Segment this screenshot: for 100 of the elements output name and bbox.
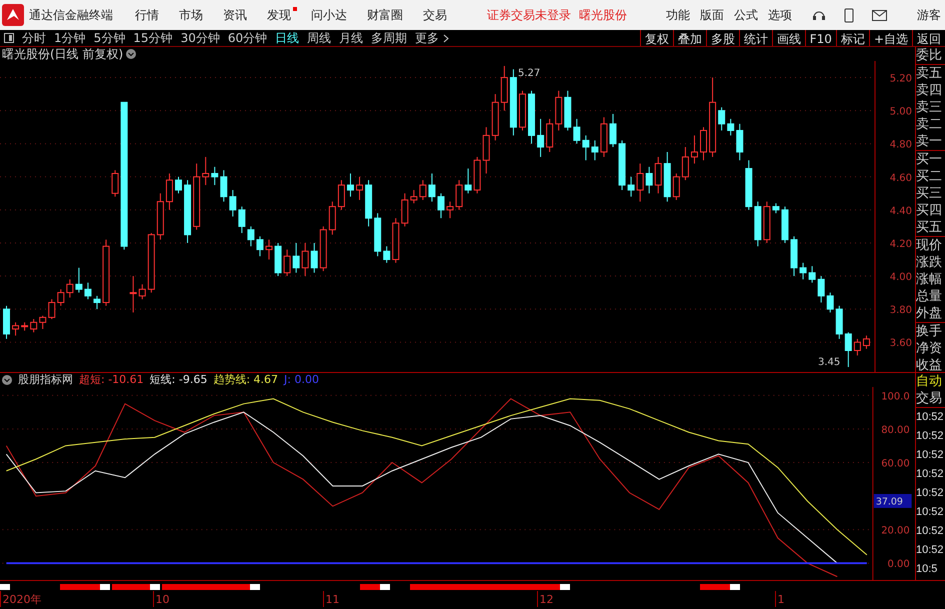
- candle: [464, 168, 472, 194]
- period-tab[interactable]: 1分钟: [50, 29, 90, 47]
- menu-item[interactable]: 版面: [700, 6, 724, 24]
- period-tab[interactable]: 多周期: [367, 29, 412, 47]
- panel-toggle-icon[interactable]: [4, 33, 14, 43]
- candle: [410, 190, 418, 204]
- period-tab[interactable]: 分时: [18, 29, 50, 47]
- candle: [211, 166, 218, 186]
- candle: [482, 126, 490, 174]
- menu-item[interactable]: 选项: [768, 6, 792, 24]
- menu-item[interactable]: 交易: [423, 6, 447, 24]
- toolbar-button[interactable]: 多股: [706, 30, 739, 46]
- candle: [320, 226, 327, 272]
- quote-label: 买五: [916, 219, 943, 236]
- toolbar-button[interactable]: F10: [804, 30, 836, 46]
- candle: [854, 338, 861, 356]
- candle: [266, 239, 272, 260]
- candle: [75, 267, 82, 294]
- quote-label: 现价: [916, 237, 943, 254]
- quote-label: 总量: [916, 288, 943, 305]
- toolbar-button[interactable]: 叠加: [672, 30, 706, 46]
- toolbar-button[interactable]: 标记: [836, 30, 869, 46]
- menu-item[interactable]: 问小达: [311, 6, 347, 24]
- toolbar-button[interactable]: 画线: [772, 30, 805, 46]
- trade-time: 10:52: [916, 543, 945, 558]
- candle: [284, 249, 291, 277]
- candle: [193, 163, 200, 230]
- period-tab[interactable]: 更多: [411, 29, 444, 47]
- menu-item[interactable]: 公式: [734, 6, 758, 24]
- axis-label: 3.80: [890, 305, 912, 316]
- quote-label: 买一: [916, 151, 943, 168]
- candle: [419, 180, 426, 200]
- candle: [754, 201, 762, 247]
- date-axis-label: 10: [156, 593, 170, 606]
- candle: [21, 322, 28, 332]
- chevron-down-icon[interactable]: [126, 49, 136, 59]
- candle: [690, 134, 698, 164]
- candle: [727, 118, 734, 136]
- chart-title: 曙光股份(日线 前复权): [2, 47, 124, 61]
- candle: [518, 90, 526, 131]
- period-tab[interactable]: 月线: [335, 29, 368, 47]
- candle: [392, 218, 400, 264]
- quote-label: 净资: [916, 340, 943, 357]
- candle: [428, 173, 436, 202]
- candle: [636, 163, 644, 202]
- user-label[interactable]: 游客: [917, 6, 941, 24]
- menu-item[interactable]: 发现: [267, 6, 291, 24]
- menu-item[interactable]: 行情: [135, 6, 159, 24]
- indicator-legend: 超短: -10.61: [79, 372, 144, 388]
- toolbar-button[interactable]: 返回: [912, 30, 945, 46]
- axis-label: 20.00: [881, 526, 910, 537]
- candle: [772, 202, 780, 214]
- trade-time: 10:52: [916, 410, 945, 425]
- candle: [148, 232, 155, 294]
- menu-item[interactable]: 市场: [179, 6, 203, 24]
- candle: [600, 116, 608, 158]
- chevron-down-icon[interactable]: [2, 375, 12, 385]
- candle: [818, 276, 825, 304]
- quote-label: 买二: [916, 168, 943, 185]
- period-tab[interactable]: 15分钟: [129, 29, 177, 47]
- axis-label: 4.00: [890, 272, 912, 284]
- period-tab[interactable]: 周线: [303, 29, 336, 47]
- candle: [220, 170, 228, 202]
- candle: [456, 180, 463, 210]
- low-price-label: 3.45: [818, 357, 840, 368]
- mode-label: 自动: [916, 373, 943, 390]
- candle: [310, 242, 318, 274]
- axis-label: 4.20: [890, 238, 912, 250]
- trade-header: 交易: [916, 390, 945, 408]
- candle: [862, 335, 870, 350]
- phone-icon[interactable]: [844, 8, 854, 22]
- menu-item[interactable]: 财富圈: [367, 6, 403, 24]
- period-tab[interactable]: 5分钟: [90, 29, 130, 47]
- mail-icon[interactable]: [872, 10, 887, 20]
- toolbar-button[interactable]: 统计: [738, 30, 772, 46]
- menu-item[interactable]: 资讯: [223, 6, 247, 24]
- candle: [292, 242, 300, 274]
- candle: [229, 190, 236, 217]
- candle: [30, 318, 38, 333]
- toolbar-button[interactable]: 复权: [640, 30, 673, 46]
- period-tab[interactable]: 日线: [271, 29, 304, 47]
- candle: [3, 305, 10, 340]
- period-tab[interactable]: 60分钟: [224, 29, 272, 47]
- candle: [39, 315, 46, 330]
- quote-label: 收益: [916, 357, 943, 372]
- axis-label: 80.00: [881, 424, 910, 436]
- candle: [781, 206, 788, 244]
- period-tab[interactable]: 30分钟: [176, 29, 224, 47]
- candle: [166, 173, 173, 210]
- candle: [664, 151, 671, 202]
- menu-item[interactable]: 功能: [666, 6, 690, 24]
- candle: [718, 106, 726, 131]
- candle: [510, 68, 517, 136]
- date-axis-label: 12: [540, 593, 554, 606]
- candle: [12, 322, 20, 336]
- candle: [763, 201, 770, 244]
- candle: [618, 140, 626, 191]
- axis-label: 3.60: [890, 338, 912, 350]
- toolbar-button[interactable]: +自选: [868, 30, 912, 46]
- candle: [492, 94, 499, 141]
